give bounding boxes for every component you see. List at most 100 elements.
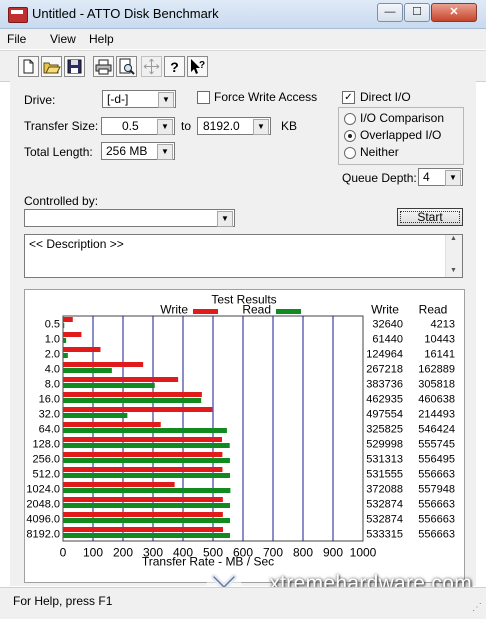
close-button[interactable]: ✕	[431, 3, 477, 22]
scroll-up-icon[interactable]: ▲	[450, 235, 457, 242]
write-value: 61440	[372, 334, 403, 346]
direct-io-checkbox[interactable]: ✓	[342, 91, 355, 104]
read-bar	[63, 443, 230, 448]
read-bar	[63, 458, 230, 463]
write-value: 497554	[366, 409, 403, 421]
new-icon[interactable]	[18, 56, 39, 77]
description-field[interactable]: << Description >> ▲ ▼	[24, 234, 463, 278]
read-value: 305818	[418, 379, 455, 391]
io-comparison-radio[interactable]	[344, 113, 356, 125]
force-write-checkbox[interactable]	[197, 91, 210, 104]
read-value: 556663	[418, 469, 455, 481]
write-value: 529998	[366, 439, 403, 451]
drive-value: [-d-]	[107, 92, 129, 106]
toolbar: ? ?	[0, 50, 486, 82]
test-results-panel: Test Results Write Read Write Read 0.5 1.…	[24, 289, 465, 583]
x-tick-label: 200	[113, 546, 133, 560]
write-value: 531313	[366, 454, 403, 466]
row-label: 4.0	[45, 364, 60, 376]
row-label: 1024.0	[26, 484, 60, 496]
legend-write-swatch	[193, 309, 218, 314]
read-bar	[63, 533, 230, 538]
direct-io-label: Direct I/O	[360, 90, 411, 104]
title-bar[interactable]: Untitled - ATTO Disk Benchmark — ☐ ✕	[0, 0, 486, 29]
total-length-select[interactable]: 256 MB ▼	[101, 142, 175, 160]
app-icon	[8, 7, 28, 23]
write-value: 532874	[366, 514, 403, 526]
row-label: 0.5	[45, 319, 60, 331]
io-mode-group: I/O Comparison Overlapped I/O Neither	[338, 107, 464, 165]
write-bar	[63, 437, 222, 442]
menu-file[interactable]: File	[7, 32, 26, 46]
row-label: 2048.0	[26, 499, 60, 511]
write-value: 532874	[366, 499, 403, 511]
open-icon[interactable]	[41, 56, 62, 77]
queue-depth-select[interactable]: 4 ▼	[418, 168, 463, 186]
read-value: 556663	[418, 514, 455, 526]
x-tick-label: 1000	[350, 546, 377, 560]
status-text: For Help, press F1	[13, 594, 113, 608]
io-comparison-label: I/O Comparison	[360, 111, 445, 125]
help-icon[interactable]: ?	[164, 56, 185, 77]
save-icon[interactable]	[64, 56, 85, 77]
start-button[interactable]: Start	[397, 208, 463, 226]
write-bar	[63, 392, 202, 397]
write-bar	[63, 347, 101, 352]
print-preview-icon[interactable]	[116, 56, 137, 77]
row-label: 16.0	[39, 394, 60, 406]
controlled-by-select[interactable]: ▼	[24, 209, 235, 227]
menu-help[interactable]: Help	[89, 32, 114, 46]
x-tick-label: 100	[83, 546, 103, 560]
write-bar	[63, 422, 161, 427]
transfer-size-from-select[interactable]: 0.5 ▼	[101, 117, 175, 135]
print-icon[interactable]	[93, 56, 114, 77]
read-bar	[63, 518, 230, 523]
row-label: 512.0	[32, 469, 60, 481]
write-bar	[63, 317, 73, 322]
transfer-size-to-select[interactable]: 8192.0 ▼	[197, 117, 271, 135]
read-bar	[63, 353, 68, 358]
read-value: 555745	[418, 439, 455, 451]
chevron-down-icon: ▼	[217, 211, 233, 227]
legend-write-label: Write	[160, 303, 188, 317]
overlapped-io-radio[interactable]	[344, 130, 356, 142]
row-label: 8192.0	[26, 529, 60, 541]
write-value: 124964	[366, 349, 403, 361]
overlapped-io-label: Overlapped I/O	[360, 128, 442, 142]
write-bar	[63, 467, 223, 472]
read-bar	[63, 503, 230, 508]
chevron-down-icon: ▼	[157, 119, 173, 135]
description-scrollbar[interactable]: ▲ ▼	[445, 235, 462, 277]
column-header-read: Read	[419, 303, 448, 317]
read-bar	[63, 368, 112, 373]
chevron-down-icon: ▼	[253, 119, 269, 135]
menu-view[interactable]: View	[50, 32, 76, 46]
read-value: 214493	[418, 409, 455, 421]
move-icon	[141, 56, 162, 77]
neither-radio[interactable]	[344, 147, 356, 159]
maximize-button[interactable]: ☐	[404, 3, 430, 22]
transfer-size-to-value: 8192.0	[203, 119, 240, 133]
test-results-chart: Test Results Write Read Write Read 0.51.…	[26, 293, 455, 569]
x-tick-label: 800	[293, 546, 313, 560]
write-bar	[63, 407, 213, 412]
row-label: 4096.0	[26, 514, 60, 526]
read-value: 162889	[418, 364, 455, 376]
read-value: 546424	[418, 424, 455, 436]
svg-text:?: ?	[199, 60, 205, 71]
write-bar	[63, 482, 175, 487]
write-value: 383736	[366, 379, 403, 391]
context-help-icon[interactable]: ?	[187, 56, 208, 77]
queue-depth-value: 4	[423, 170, 430, 184]
read-bar	[63, 383, 155, 388]
resize-grip-icon[interactable]: ⋰	[472, 602, 482, 613]
status-bar: For Help, press F1 ⋰	[0, 587, 486, 619]
row-label: 64.0	[39, 424, 60, 436]
drive-select[interactable]: [-d-] ▼	[102, 90, 176, 108]
minimize-button[interactable]: —	[377, 3, 403, 22]
read-value: 4213	[431, 319, 455, 331]
scroll-down-icon[interactable]: ▼	[450, 267, 457, 274]
row-label: 8.0	[45, 379, 60, 391]
transfer-size-unit: KB	[281, 119, 298, 133]
total-length-label: Total Length:	[24, 145, 93, 159]
